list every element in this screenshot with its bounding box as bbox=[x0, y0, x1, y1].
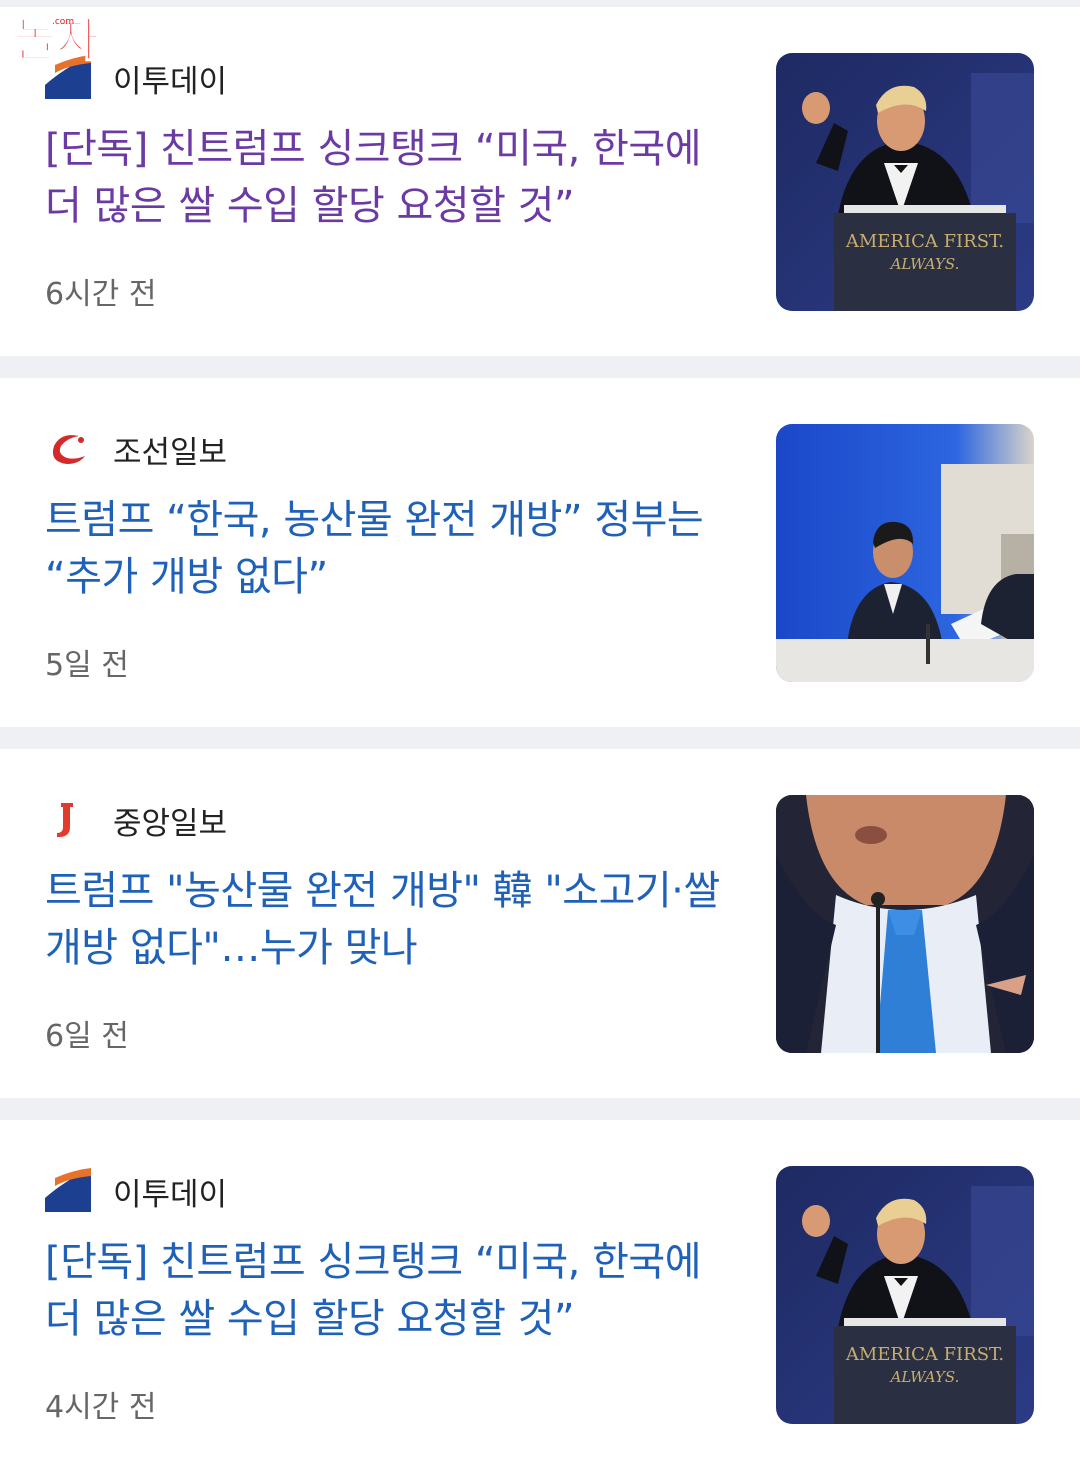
article-headline-link[interactable]: [단독] 친트럼프 싱크탱크 “미국, 한국에 더 많은 쌀 수입 할당 요청할… bbox=[45, 121, 725, 235]
top-separator bbox=[0, 0, 1080, 7]
banner-line1: AMERICA FIRST. bbox=[845, 231, 1004, 252]
joongang-logo-icon bbox=[57, 803, 73, 837]
press-briefing-photo-icon[interactable] bbox=[776, 424, 1034, 682]
source-row[interactable]: 조선일보 bbox=[45, 426, 227, 472]
svg-text:.com: .com bbox=[52, 17, 74, 27]
news-card[interactable]: 이투데이 [단독] 친트럼프 싱크탱크 “미국, 한국에 더 많은 쌀 수입 할… bbox=[0, 1120, 1080, 1473]
trump-podium-photo-icon[interactable]: AMERICA FIRST. ALWAYS. bbox=[776, 1166, 1034, 1424]
source-row[interactable]: 중앙일보 bbox=[45, 797, 227, 843]
article-time: 6시간 전 bbox=[45, 277, 157, 312]
banner-line2: ALWAYS. bbox=[889, 255, 960, 273]
trump-closeup-photo-icon[interactable] bbox=[776, 795, 1034, 1053]
chosun-logo-icon bbox=[52, 435, 85, 464]
site-watermark-logo: 놀자 .com bbox=[13, 12, 99, 62]
trump-podium-photo-icon[interactable]: AMERICA FIRST. ALWAYS. bbox=[776, 53, 1034, 311]
news-card[interactable]: 조선일보 트럼프 “한국, 농산물 완전 개방” 정부는 “추가 개방 없다” … bbox=[0, 378, 1080, 727]
article-headline-link[interactable]: [단독] 친트럼프 싱크탱크 “미국, 한국에 더 많은 쌀 수입 할당 요청할… bbox=[45, 1234, 725, 1348]
article-time: 5일 전 bbox=[45, 648, 129, 683]
banner-line1: AMERICA FIRST. bbox=[845, 1344, 1004, 1365]
source-name: 조선일보 bbox=[113, 434, 228, 471]
etoday-logo-icon bbox=[45, 1168, 91, 1214]
banner-line2: ALWAYS. bbox=[889, 1368, 960, 1386]
source-row[interactable]: 이투데이 bbox=[45, 1168, 227, 1214]
source-name: 중앙일보 bbox=[113, 805, 228, 842]
source-name: 이투데이 bbox=[113, 63, 228, 100]
news-card[interactable]: 중앙일보 트럼프 "농산물 완전 개방" 韓 "소고기·쌀 개방 없다"…누가 … bbox=[0, 749, 1080, 1098]
source-name: 이투데이 bbox=[113, 1176, 228, 1213]
article-headline-link[interactable]: 트럼프 “한국, 농산물 완전 개방” 정부는 “추가 개방 없다” bbox=[45, 492, 725, 606]
article-time: 4시간 전 bbox=[45, 1390, 157, 1425]
article-time: 6일 전 bbox=[45, 1019, 129, 1054]
article-headline-link[interactable]: 트럼프 "농산물 완전 개방" 韓 "소고기·쌀 개방 없다"…누가 맞나 bbox=[45, 863, 725, 977]
news-card[interactable]: 이투데이 [단독] 친트럼프 싱크탱크 “미국, 한국에 더 많은 쌀 수입 할… bbox=[0, 7, 1080, 356]
